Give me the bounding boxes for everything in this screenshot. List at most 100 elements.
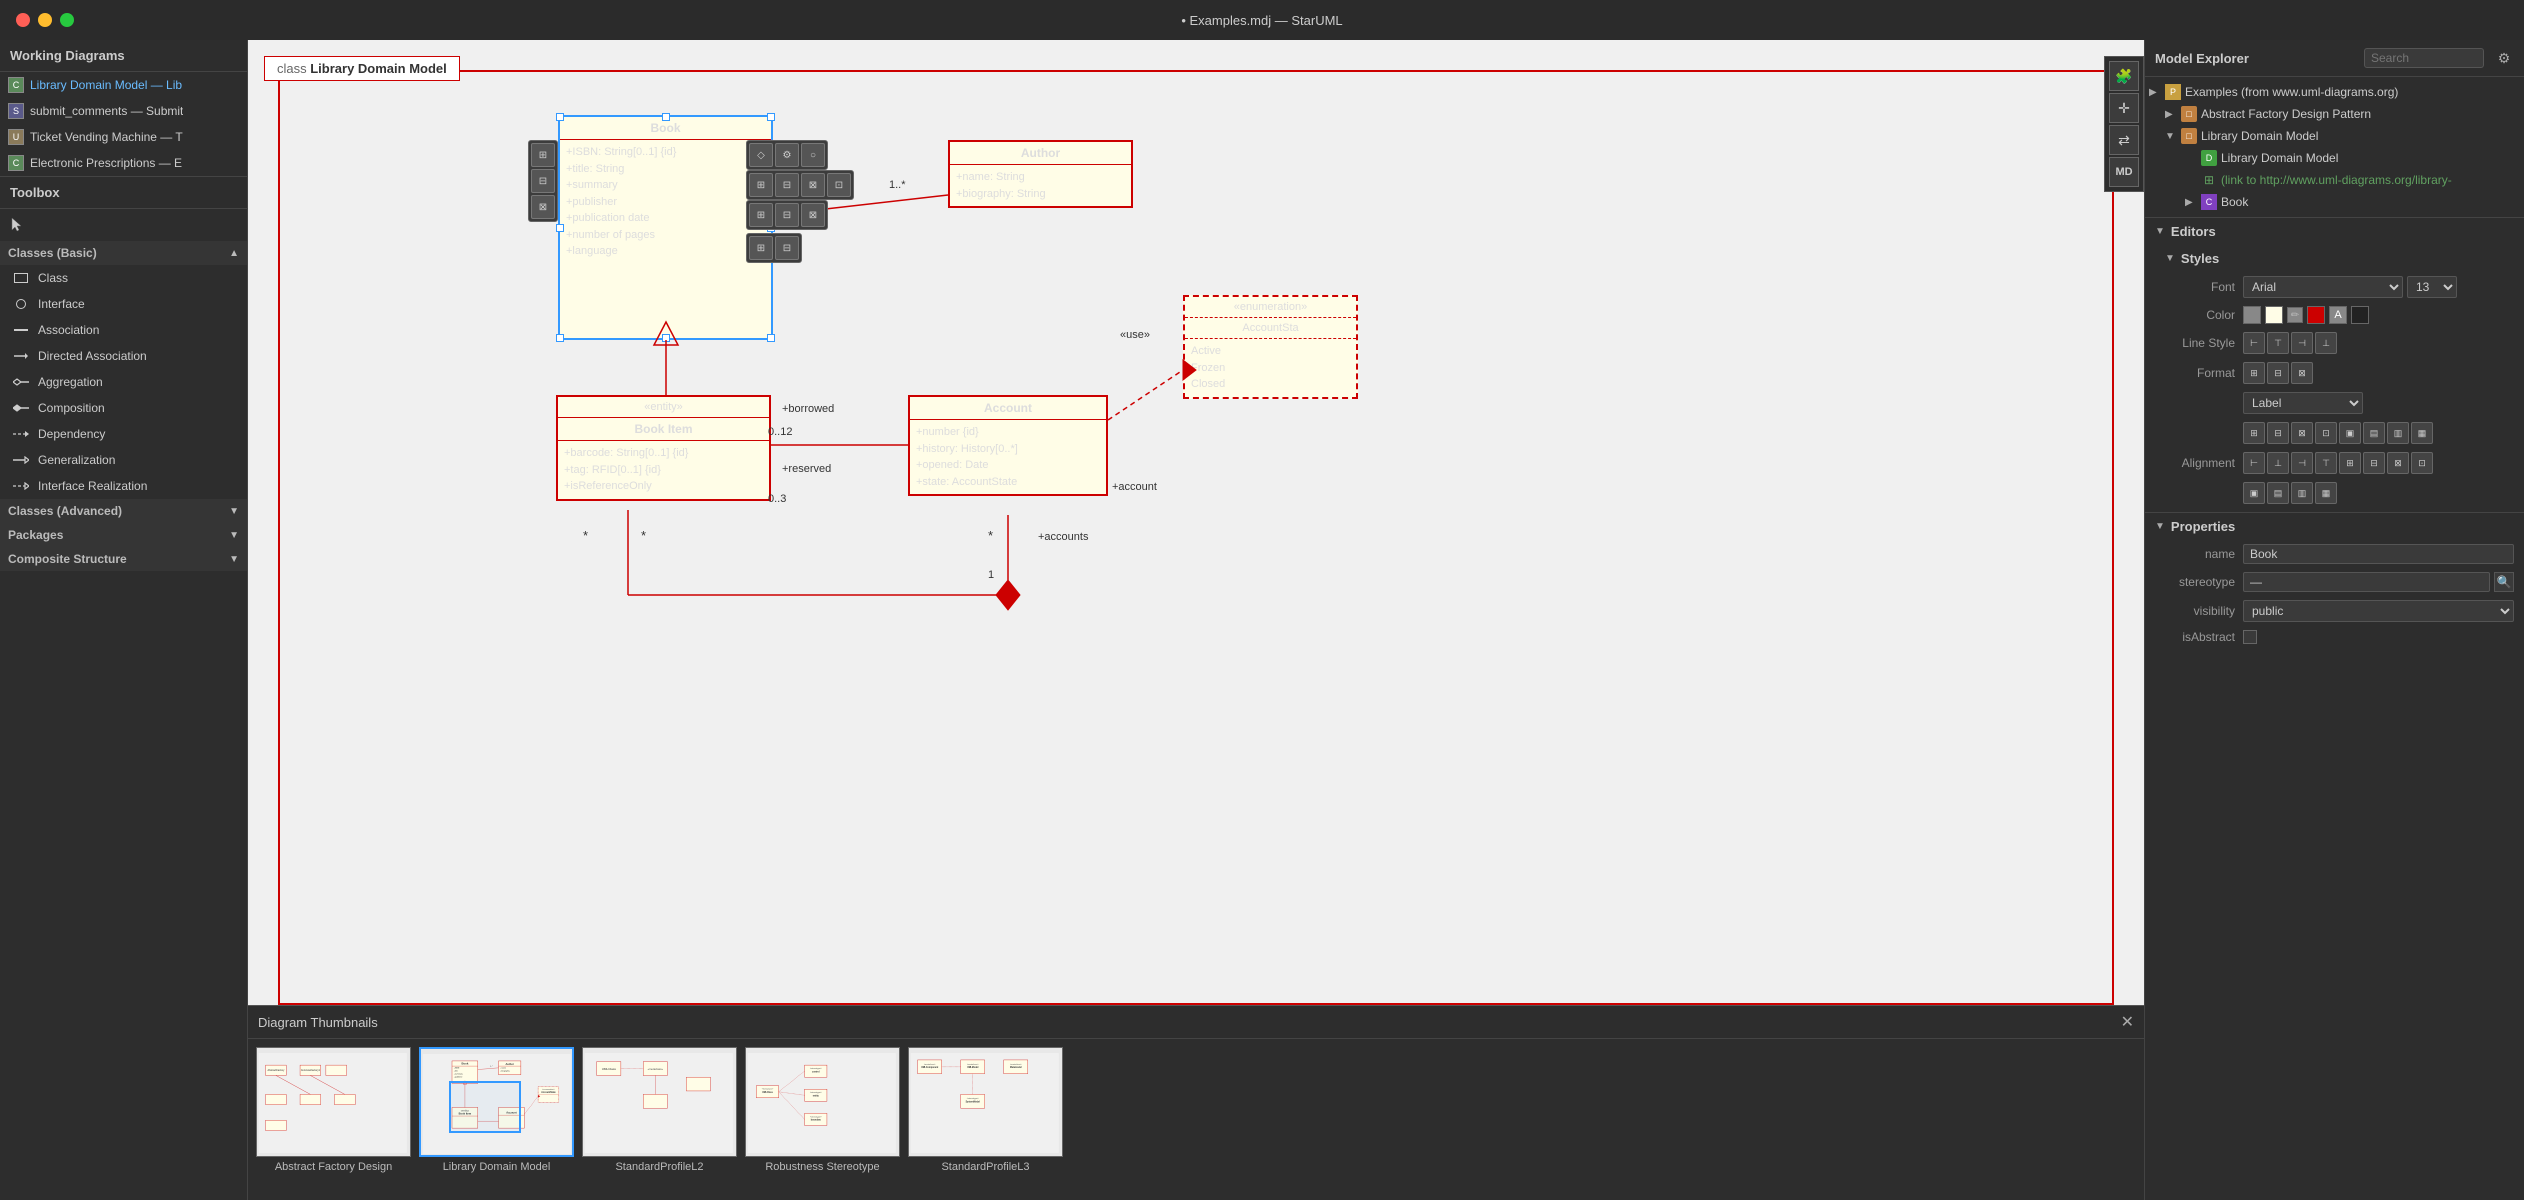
float-btn-dash[interactable]: ⊠ [801,173,825,197]
align-btn6[interactable]: ⊟ [2363,452,2385,474]
model-search-input[interactable] [2364,48,2484,68]
tree-examples-root[interactable]: ▶ P Examples (from www.uml-diagrams.org) [2145,81,2524,103]
align2-btn2[interactable]: ▤ [2267,482,2289,504]
float-btn-x[interactable]: ⊡ [827,173,851,197]
account-state-box[interactable]: «enumeration» AccountSta Active Frozen C… [1183,295,1358,399]
align2-btn1[interactable]: ▣ [2243,482,2265,504]
section-classes-advanced[interactable]: Classes (Advanced) ▼ [0,499,247,523]
ig4[interactable]: ⊡ [2315,422,2337,444]
float-btn-e[interactable]: ⊟ [775,236,799,260]
book-item-box[interactable]: «entity» Book Item +barcode: String[0..1… [556,395,771,501]
tree-link[interactable]: ⊞ (link to http://www.uml-diagrams.org/l… [2145,169,2524,191]
handle-br[interactable] [767,334,775,342]
tool-interface[interactable]: Interface [0,291,247,317]
diagram-item-library[interactable]: C Library Domain Model — Lib [0,72,247,98]
tool-class[interactable]: Class [0,265,247,291]
tree-library-diag[interactable]: D Library Domain Model [2145,147,2524,169]
swatch-fill[interactable] [2265,306,2283,324]
format-btn3[interactable]: ⊠ [2291,362,2313,384]
line-style-btn3[interactable]: ⊣ [2291,332,2313,354]
ig7[interactable]: ▥ [2387,422,2409,444]
handle-tm[interactable] [662,113,670,121]
float-btn-circle[interactable]: ○ [801,143,825,167]
ig1[interactable]: ⊞ [2243,422,2265,444]
thumb-standardprofile-l2[interactable]: UMLClass «metaclass» StandardProfileL2 [582,1047,737,1173]
line-style-btn4[interactable]: ⊥ [2315,332,2337,354]
handle-bl[interactable] [556,334,564,342]
align2-btn3[interactable]: ▥ [2291,482,2313,504]
ig8[interactable]: ▦ [2411,422,2433,444]
font-size-select[interactable]: 13 [2407,276,2457,298]
float-btn-left1[interactable]: ⊞ [531,143,555,167]
line-style-btn2[interactable]: ⊤ [2267,332,2289,354]
format-btn2[interactable]: ⊟ [2267,362,2289,384]
section-packages[interactable]: Packages ▼ [0,523,247,547]
handle-bm[interactable] [662,334,670,342]
settings-icon[interactable]: ⚙ [2494,48,2514,68]
thumb-standardprofile-l3[interactable]: «metaclass» UMLComponent «metaclass» UML… [908,1047,1063,1173]
author-box[interactable]: Author +name: String +biography: String [948,140,1133,208]
float-btn-a[interactable]: ⊞ [749,203,773,227]
share-icon[interactable]: ⇄ [2109,125,2139,155]
diagram-item-electronic[interactable]: C Electronic Prescriptions — E [0,150,247,176]
swatch-text[interactable]: A [2329,306,2347,324]
tree-book[interactable]: ▶ C Book [2145,191,2524,213]
section-composite[interactable]: Composite Structure ▼ [0,547,247,571]
handle-ml[interactable] [556,224,564,232]
maximize-button[interactable] [60,13,74,27]
align2-btn4[interactable]: ▦ [2315,482,2337,504]
diagram-item-ticket[interactable]: U Ticket Vending Machine — T [0,124,247,150]
tree-abstract-factory[interactable]: ▶ □ Abstract Factory Design Pattern [2145,103,2524,125]
properties-toggle[interactable]: ▼ Properties [2145,513,2524,540]
close-button[interactable] [16,13,30,27]
ig6[interactable]: ▤ [2363,422,2385,444]
handle-tl[interactable] [556,113,564,121]
ig3[interactable]: ⊠ [2291,422,2313,444]
prop-abstract-checkbox[interactable] [2243,630,2257,644]
align-btn1[interactable]: ⊢ [2243,452,2265,474]
align-btn5[interactable]: ⊞ [2339,452,2361,474]
diagram-item-submit[interactable]: S submit_comments — Submit [0,98,247,124]
canvas[interactable]: class Library Domain Model 🧩 ✛ ⇄ MD 1..* [248,40,2144,1005]
editors-toggle[interactable]: ▼ Editors [2145,218,2524,245]
thumb-robustness[interactable]: «metaclass» UMLClass «stereotype» contro… [745,1047,900,1173]
align-btn4[interactable]: ⊤ [2315,452,2337,474]
float-btn-b[interactable]: ⊟ [775,203,799,227]
prop-stereotype-search[interactable]: 🔍 [2494,572,2514,592]
align-btn2[interactable]: ⊥ [2267,452,2289,474]
book-box[interactable]: Book +ISBN: String[0..1] {id} +title: St… [558,115,773,340]
puzzle-icon[interactable]: 🧩 [2109,61,2139,91]
section-classes-basic[interactable]: Classes (Basic) ▲ [0,241,247,265]
format-btn1[interactable]: ⊞ [2243,362,2265,384]
ig5[interactable]: ▣ [2339,422,2361,444]
swatch-border[interactable] [2243,306,2261,324]
prop-visibility-select[interactable]: public private protected package [2243,600,2514,622]
float-btn-c[interactable]: ⊠ [801,203,825,227]
md-icon[interactable]: MD [2109,157,2139,187]
float-btn-minus[interactable]: ⊟ [775,173,799,197]
align-btn8[interactable]: ⊡ [2411,452,2433,474]
tool-interface-realization[interactable]: Interface Realization [0,473,247,499]
align-btn7[interactable]: ⊠ [2387,452,2409,474]
thumb-abstract-factory[interactable]: AbstractFactory ConcreteFactory1 [256,1047,411,1173]
float-btn-split[interactable]: ⊞ [749,173,773,197]
format-label-select[interactable]: Label [2243,392,2363,414]
tree-library-parent[interactable]: ▼ □ Library Domain Model [2145,125,2524,147]
float-btn-d[interactable]: ⊞ [749,236,773,260]
tool-generalization[interactable]: Generalization [0,447,247,473]
thumb-library[interactable]: Book +ISBN +title +summary +publisher Au… [419,1047,574,1173]
tool-dependency[interactable]: Dependency [0,421,247,447]
float-btn-left2[interactable]: ⊟ [531,169,555,193]
font-select[interactable]: Arial [2243,276,2403,298]
toolbox-cursor[interactable] [0,209,247,241]
move-icon[interactable]: ✛ [2109,93,2139,123]
tool-association[interactable]: Association [0,317,247,343]
swatch-edit[interactable]: ✏ [2287,307,2303,323]
handle-tr[interactable] [767,113,775,121]
line-style-btn1[interactable]: ⊢ [2243,332,2265,354]
float-btn-diamond[interactable]: ◇ [749,143,773,167]
prop-stereotype-input[interactable] [2243,572,2490,592]
thumbnails-close-button[interactable]: ✕ [2121,1012,2134,1032]
prop-name-input[interactable] [2243,544,2514,564]
minimize-button[interactable] [38,13,52,27]
